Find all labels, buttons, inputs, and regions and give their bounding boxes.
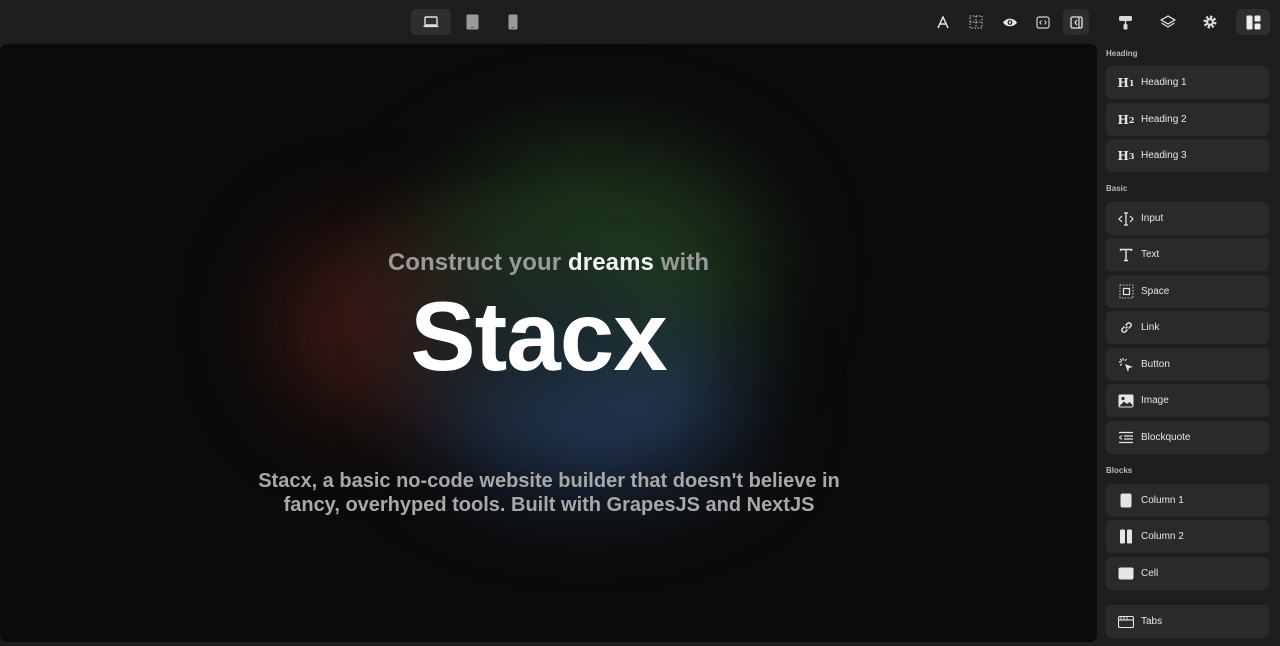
block-image[interactable]: Image [1106,384,1269,417]
block-heading-2[interactable]: H2 Heading 2 [1106,103,1269,136]
preview-icon [1003,18,1017,26]
blocks-panel: Heading H1 Heading 1 H2 Heading 2 H3 Hea… [1097,42,1280,646]
heading-3-icon: H3 [1117,148,1135,163]
block-text[interactable]: Text [1106,238,1269,271]
block-label: Text [1141,249,1160,260]
block-label: Space [1141,286,1170,297]
settings-icon [1203,15,1217,29]
style-manager-button[interactable] [1112,9,1138,35]
image-icon [1117,393,1135,409]
outline-icon [969,15,983,29]
blockquote-icon [1117,430,1135,446]
preview-button[interactable] [997,9,1023,35]
block-column-1[interactable]: Column 1 [1106,484,1269,517]
desktop-icon [423,16,439,28]
column-2-icon [1117,529,1135,545]
block-label: Column 2 [1141,531,1184,542]
mobile-icon [508,14,518,30]
block-label: Link [1141,322,1160,333]
device-mobile-button[interactable] [493,9,533,35]
hero-subtitle[interactable]: Construct your dreams with [0,249,1097,277]
block-link[interactable]: Link [1106,311,1269,344]
outline-toggle-button[interactable] [963,9,989,35]
section-label-heading: Heading [1106,49,1138,58]
space-icon [1117,284,1135,300]
top-toolbar [0,0,1280,42]
link-icon [1117,320,1135,336]
hero-subtitle-emphasis: dreams [568,249,654,276]
editor-app: Construct your dreams with Stacx Stacx, … [0,0,1280,646]
block-label: Heading 2 [1141,114,1187,125]
hero-subtitle-post: with [660,249,710,276]
block-label: Button [1141,359,1170,370]
section-label-basic: Basic [1106,184,1128,193]
column-1-icon [1117,493,1135,509]
block-space[interactable]: Space [1106,275,1269,308]
block-label: Heading 1 [1141,77,1187,88]
block-label: Image [1141,395,1169,406]
hero-description[interactable]: Stacx, a basic no-code website builder t… [240,469,858,517]
block-label: Column 1 [1141,495,1184,506]
text-icon [1117,247,1135,263]
editor-canvas[interactable]: Construct your dreams with Stacx Stacx, … [0,44,1097,642]
blocks-icon [1246,15,1260,29]
sidebar-toggle-icon [1069,15,1083,29]
block-label: Tabs [1141,616,1163,627]
text-style-icon [937,15,949,28]
block-label: Heading 3 [1141,150,1187,161]
heading-1-icon: H1 [1117,75,1135,90]
section-label-blocks: Blocks [1106,466,1133,475]
layers-button[interactable] [1155,9,1181,35]
tablet-icon [466,14,478,30]
block-column-2[interactable]: Column 2 [1106,520,1269,553]
settings-button[interactable] [1197,9,1223,35]
block-heading-1[interactable]: H1 Heading 1 [1106,66,1269,99]
cell-icon [1117,566,1135,582]
block-input[interactable]: Input [1106,202,1269,235]
button-icon [1117,357,1135,373]
tabs-icon [1117,614,1135,630]
block-heading-3[interactable]: H3 Heading 3 [1106,139,1269,172]
block-label: Blockquote [1141,432,1191,443]
hero-subtitle-pre: Construct your [387,249,562,276]
heading-2-icon: H2 [1117,112,1135,127]
block-blockquote[interactable]: Blockquote [1106,421,1269,454]
input-icon [1117,211,1135,227]
text-style-button[interactable] [930,9,956,35]
block-tabs[interactable]: Tabs [1106,605,1269,638]
hero-title[interactable]: Stacx [0,287,1077,385]
block-button[interactable]: Button [1106,348,1269,381]
style-manager-icon [1118,15,1132,29]
block-cell[interactable]: Cell [1106,557,1269,590]
device-tablet-button[interactable] [452,9,492,35]
block-label: Input [1141,213,1164,224]
layers-icon [1160,15,1176,28]
blocks-panel-button[interactable] [1236,9,1270,35]
code-icon [1036,15,1050,29]
block-label: Cell [1141,568,1159,579]
code-view-button[interactable] [1030,9,1056,35]
device-desktop-button[interactable] [411,9,451,35]
sidebar-toggle-button[interactable] [1063,9,1089,35]
